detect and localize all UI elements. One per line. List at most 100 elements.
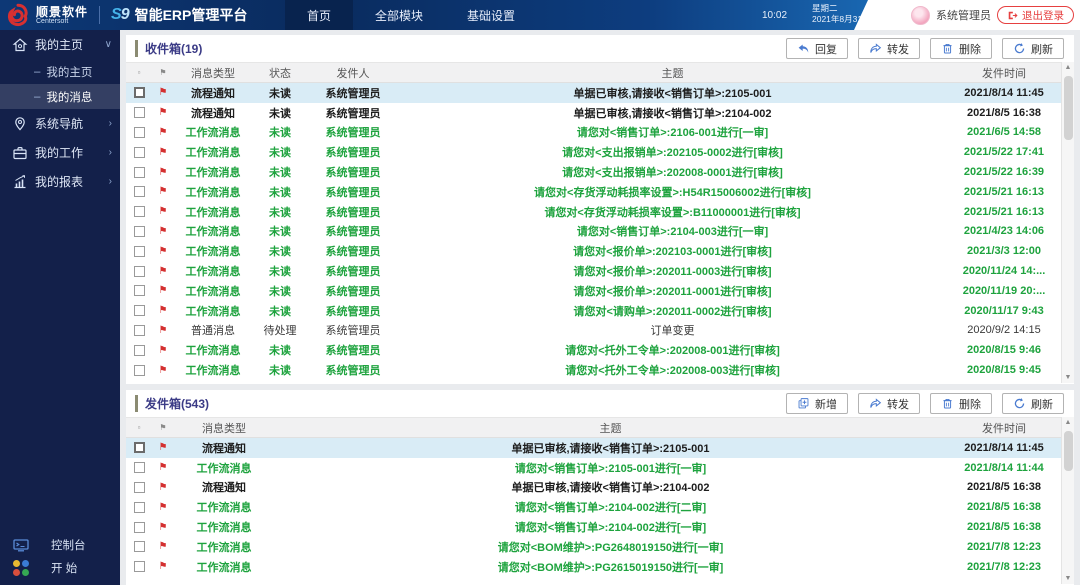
col-subject[interactable]: 主题 xyxy=(398,65,947,81)
sidebar-subitem-my-home[interactable]: – 我的主页 xyxy=(0,59,120,84)
subject-cell[interactable]: 单据已审核,请接收<销售订单>:2104-002 xyxy=(274,479,947,495)
start-button[interactable]: 开 始 xyxy=(0,556,120,579)
row-checkbox[interactable] xyxy=(134,482,145,493)
console-button[interactable]: 控制台 xyxy=(0,533,120,556)
row-checkbox[interactable] xyxy=(134,226,145,237)
row-checkbox[interactable] xyxy=(134,325,145,336)
row-checkbox[interactable] xyxy=(134,87,145,98)
subject-cell[interactable]: 请您对<支出报销单>:202008-0001进行[审核] xyxy=(398,164,947,180)
outbox-table-row[interactable]: ⚑ 工作流消息 请您对<销售订单>:2104-002进行[二审] 2021/8/… xyxy=(126,497,1061,517)
sidebar-item-my-reports[interactable]: 我的报表 › xyxy=(0,167,120,196)
outbox-table-row[interactable]: ⚑ 工作流消息 请您对<BOM维护>:PG2615019150进行[一审] 20… xyxy=(126,557,1061,577)
subject-cell[interactable]: 请您对<支出报销单>:202105-0002进行[审核] xyxy=(398,144,947,160)
row-checkbox[interactable] xyxy=(134,266,145,277)
subject-cell[interactable]: 请您对<托外工令单>:202008-003进行[审核] xyxy=(398,362,947,378)
inbox-table-row[interactable]: ⚑ 工作流消息 未读 系统管理员 请您对<报价单>:202103-0001进行[… xyxy=(126,241,1061,261)
outbox-table-row[interactable]: ⚑ 流程通知 单据已审核,请接收<销售订单>:2105-001 2021/8/1… xyxy=(126,438,1061,458)
scroll-down-icon[interactable]: ▼ xyxy=(1062,575,1074,582)
avatar[interactable] xyxy=(911,6,930,25)
col-status[interactable]: 状态 xyxy=(252,65,308,81)
col-subject[interactable]: 主题 xyxy=(274,420,947,436)
subject-cell[interactable]: 请您对<存货浮动耗损率设置>:B11000001进行[审核] xyxy=(398,204,947,220)
row-checkbox[interactable] xyxy=(134,147,145,158)
inbox-table-row[interactable]: ⚑ 流程通知 未读 系统管理员 单据已审核,请接收<销售订单>:2105-001… xyxy=(126,83,1061,103)
row-checkbox[interactable] xyxy=(134,186,145,197)
scrollbar-thumb[interactable] xyxy=(1064,76,1073,140)
subject-cell[interactable]: 单据已审核,请接收<销售订单>:2104-002 xyxy=(398,105,947,121)
outbox-table-row[interactable]: ⚑ 工作流消息 请您对<销售订单>:2104-002进行[一审] 2021/8/… xyxy=(126,517,1061,537)
subject-cell[interactable]: 请您对<销售订单>:2104-002进行[一审] xyxy=(274,519,947,535)
row-checkbox[interactable] xyxy=(134,541,145,552)
subject-cell[interactable]: 请您对<请购单>:202011-0002进行[审核] xyxy=(398,303,947,319)
delete-button[interactable]: 删除 xyxy=(930,38,992,59)
outbox-table-row[interactable]: ⚑ 工作流消息 请您对<BOM维护>:PG2648019150进行[一审] 20… xyxy=(126,537,1061,557)
inbox-table-row[interactable]: ⚑ 工作流消息 未读 系统管理员 请您对<报价单>:202011-0003进行[… xyxy=(126,261,1061,281)
subject-cell[interactable]: 单据已审核,请接收<销售订单>:2105-001 xyxy=(274,440,947,456)
subject-cell[interactable]: 请您对<销售订单>:2104-003进行[一审] xyxy=(398,223,947,239)
inbox-table-row[interactable]: ⚑ 工作流消息 未读 系统管理员 请您对<托外工令单>:202008-003进行… xyxy=(126,360,1061,380)
scroll-up-icon[interactable]: ▲ xyxy=(1062,64,1074,71)
col-msg-type[interactable]: 消息类型 xyxy=(174,65,252,81)
row-checkbox[interactable] xyxy=(134,502,145,513)
outbox-table-row[interactable]: ⚑ 工作流消息 请您对<销售订单>:2105-001进行[一审] 2021/8/… xyxy=(126,458,1061,478)
subject-cell[interactable]: 请您对<托外工令单>:202008-001进行[审核] xyxy=(398,342,947,358)
scrollbar-thumb[interactable] xyxy=(1064,431,1073,471)
row-checkbox[interactable] xyxy=(134,561,145,572)
nav-tab-home[interactable]: 首页 xyxy=(285,0,353,30)
subject-cell[interactable]: 单据已审核,请接收<销售订单>:2105-001 xyxy=(398,85,947,101)
nav-tab-all-modules[interactable]: 全部模块 xyxy=(353,0,445,30)
inbox-table-row[interactable]: ⚑ 工作流消息 未读 系统管理员 请您对<销售订单>:2104-003进行[一审… xyxy=(126,222,1061,242)
row-checkbox[interactable] xyxy=(134,107,145,118)
new-button[interactable]: 新增 xyxy=(786,393,848,414)
col-sender[interactable]: 发件人 xyxy=(308,65,398,81)
inbox-table-row[interactable]: ⚑ 工作流消息 未读 系统管理员 请您对<销售订单>:2106-001进行[一审… xyxy=(126,123,1061,143)
sidebar-subitem-my-messages[interactable]: – 我的消息 xyxy=(0,84,120,109)
row-checkbox[interactable] xyxy=(134,167,145,178)
row-checkbox[interactable] xyxy=(134,127,145,138)
refresh-button[interactable]: 刷新 xyxy=(1002,393,1064,414)
sidebar-item-system-nav[interactable]: 系统导航 › xyxy=(0,109,120,138)
col-send-time[interactable]: 发件时间 xyxy=(947,65,1061,81)
logout-button[interactable]: 退出登录 xyxy=(997,6,1074,24)
outbox-scrollbar[interactable]: ▲ ▼ xyxy=(1061,417,1074,584)
inbox-table-row[interactable]: ⚑ 工作流消息 未读 系统管理员 请您对<存货浮动耗损率设置>:H54R1500… xyxy=(126,182,1061,202)
inbox-table-row[interactable]: ⚑ 工作流消息 未读 系统管理员 请您对<支出报销单>:202008-0001进… xyxy=(126,162,1061,182)
subject-cell[interactable]: 请您对<BOM维护>:PG2615019150进行[一审] xyxy=(274,559,947,575)
sidebar-item-my-work[interactable]: 我的工作 › xyxy=(0,138,120,167)
reply-button[interactable]: 回复 xyxy=(786,38,848,59)
inbox-table-row[interactable]: ⚑ 工作流消息 未读 系统管理员 请您对<托外工令单>:202008-001进行… xyxy=(126,340,1061,360)
inbox-table-row[interactable]: ⚑ 工作流消息 未读 系统管理员 请您对<请购单>:202011-0002进行[… xyxy=(126,301,1061,321)
nav-tab-basic-settings[interactable]: 基础设置 xyxy=(445,0,537,30)
inbox-table-row[interactable]: ⚑ 工作流消息 未读 系统管理员 请您对<报价单>:202011-0001进行[… xyxy=(126,281,1061,301)
row-checkbox[interactable] xyxy=(134,206,145,217)
subject-cell[interactable]: 请您对<存货浮动耗损率设置>:H54R15006002进行[审核] xyxy=(398,184,947,200)
subject-cell[interactable]: 请您对<报价单>:202011-0003进行[审核] xyxy=(398,263,947,279)
sidebar-item-my-home[interactable]: 我的主页 ∨ xyxy=(0,30,120,59)
subject-cell[interactable]: 请您对<销售订单>:2106-001进行[一审] xyxy=(398,124,947,140)
row-checkbox[interactable] xyxy=(134,305,145,316)
inbox-table-row[interactable]: ⚑ 流程通知 未读 系统管理员 单据已审核,请接收<销售订单>:2104-002… xyxy=(126,103,1061,123)
outbox-table-row[interactable]: ⚑ 流程通知 单据已审核,请接收<销售订单>:2104-002 2021/8/5… xyxy=(126,478,1061,498)
subject-cell[interactable]: 请您对<销售订单>:2105-001进行[一审] xyxy=(274,460,947,476)
scroll-down-icon[interactable]: ▼ xyxy=(1062,374,1074,381)
col-msg-type[interactable]: 消息类型 xyxy=(174,420,274,436)
row-checkbox[interactable] xyxy=(134,285,145,296)
forward-button[interactable]: 转发 xyxy=(858,38,920,59)
inbox-table-row[interactable]: ⚑ 工作流消息 未读 系统管理员 请您对<存货浮动耗损率设置>:B1100000… xyxy=(126,202,1061,222)
forward-button[interactable]: 转发 xyxy=(858,393,920,414)
row-checkbox[interactable] xyxy=(134,462,145,473)
inbox-table-row[interactable]: ⚑ 工作流消息 未读 系统管理员 请您对<支出报销单>:202105-0002进… xyxy=(126,142,1061,162)
subject-cell[interactable]: 请您对<报价单>:202103-0001进行[审核] xyxy=(398,243,947,259)
subject-cell[interactable]: 请您对<报价单>:202011-0001进行[审核] xyxy=(398,283,947,299)
col-send-time[interactable]: 发件时间 xyxy=(947,420,1061,436)
row-checkbox[interactable] xyxy=(134,246,145,257)
row-checkbox[interactable] xyxy=(134,365,145,376)
row-checkbox[interactable] xyxy=(134,345,145,356)
row-checkbox[interactable] xyxy=(134,522,145,533)
scroll-up-icon[interactable]: ▲ xyxy=(1062,419,1074,426)
inbox-scrollbar[interactable]: ▲ ▼ xyxy=(1061,62,1074,383)
delete-button[interactable]: 删除 xyxy=(930,393,992,414)
row-checkbox[interactable] xyxy=(134,442,145,453)
inbox-table-row[interactable]: ⚑ 普通消息 待处理 系统管理员 订单变更 2020/9/2 14:15 xyxy=(126,321,1061,341)
subject-cell[interactable]: 请您对<BOM维护>:PG2648019150进行[一审] xyxy=(274,539,947,555)
